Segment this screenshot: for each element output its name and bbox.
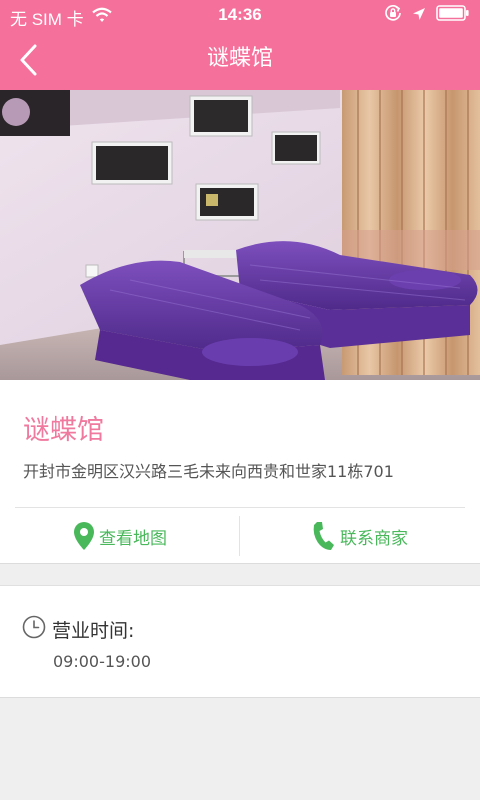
contact-merchant-button[interactable]: 联系商家 bbox=[240, 508, 480, 564]
battery-icon bbox=[436, 5, 470, 26]
chevron-left-icon bbox=[20, 44, 37, 76]
nav-bar: 谜蝶馆 bbox=[0, 30, 480, 90]
business-hours-card: 营业时间: 09:00-19:00 bbox=[0, 585, 480, 698]
map-pin-icon bbox=[74, 522, 94, 550]
shop-address: 开封市金明区汉兴路三毛未来向西贵和世家11栋701 bbox=[23, 462, 394, 481]
view-map-label: 查看地图 bbox=[99, 528, 167, 549]
business-hours-title: 营业时间: bbox=[52, 620, 135, 642]
contact-merchant-label: 联系商家 bbox=[340, 528, 408, 549]
clock-icon bbox=[22, 615, 46, 643]
phone-icon bbox=[313, 522, 334, 550]
shop-name: 谜蝶馆 bbox=[23, 415, 104, 446]
status-right bbox=[384, 4, 470, 27]
shop-info-card: 谜蝶馆 开封市金明区汉兴路三毛未来向西贵和世家11栋701 查看地图 联系商家 bbox=[0, 380, 480, 564]
location-arrow-icon bbox=[412, 6, 426, 26]
shop-photo bbox=[0, 90, 480, 380]
business-hours-value: 09:00-19:00 bbox=[53, 652, 151, 671]
page-title: 谜蝶馆 bbox=[206, 46, 273, 71]
back-button[interactable] bbox=[8, 40, 48, 80]
orientation-lock-icon bbox=[384, 4, 402, 27]
view-map-button[interactable]: 查看地图 bbox=[0, 508, 240, 564]
status-bar: 无 SIM 卡 14:36 bbox=[0, 0, 480, 30]
